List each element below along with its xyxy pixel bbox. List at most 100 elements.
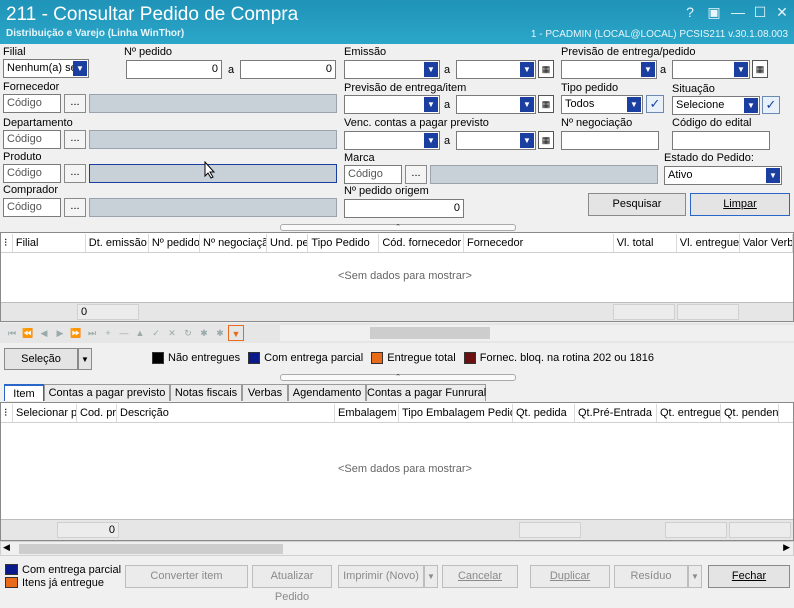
nav-icon[interactable]: + (100, 325, 116, 341)
nav-icon[interactable]: ✱ (196, 325, 212, 341)
emissao-to-date[interactable]: ▼ (456, 60, 536, 79)
column-header[interactable]: Selecionar p (13, 403, 77, 422)
maximize-icon[interactable]: ☐ (750, 2, 770, 22)
calendar-icon[interactable]: ▦ (538, 131, 554, 149)
prev-entrega-pedido-from-date[interactable]: ▼ (561, 60, 657, 79)
column-header[interactable]: Nº pedido (149, 233, 201, 252)
prev-entrega-item-to-date[interactable]: ▼ (456, 95, 536, 114)
chevron-down-icon[interactable]: ▼ (627, 97, 641, 112)
chevron-down-icon[interactable]: ▼ (734, 62, 748, 77)
fechar-button[interactable]: Fechar (708, 565, 790, 588)
chevron-down-icon[interactable]: ▼ (766, 168, 780, 183)
nro-negociacao-input[interactable] (561, 131, 659, 150)
items-hscrollbar[interactable]: ◀ ▶ (0, 541, 794, 556)
tab[interactable]: Contas a pagar Funrural (366, 384, 486, 401)
tab[interactable]: Agendamento (288, 384, 366, 401)
check-icon[interactable]: ✓ (646, 95, 664, 113)
splitter-grip[interactable]: ⌃ (280, 374, 516, 381)
scroll-thumb[interactable] (370, 327, 490, 339)
nro-pedido-from-input[interactable]: 0 (126, 60, 222, 79)
close-icon[interactable]: ✕ (772, 2, 792, 22)
column-header[interactable]: Vl. total (614, 233, 677, 252)
help-icon[interactable]: ? (680, 2, 700, 22)
column-header[interactable]: Cód. fornecedor (379, 233, 465, 252)
nav-icon[interactable]: ⏪ (20, 325, 36, 341)
scroll-right-icon[interactable]: ▶ (783, 542, 790, 553)
nro-pedido-origem-input[interactable]: 0 (344, 199, 464, 218)
tipo-pedido-select[interactable]: Todos ▼ (561, 95, 643, 114)
nav-icon[interactable]: ◀ (36, 325, 52, 341)
chevron-down-icon[interactable]: ▼ (73, 61, 87, 76)
chevron-down-icon[interactable]: ▼ (520, 62, 534, 77)
departamento-lookup-button[interactable]: ... (64, 130, 86, 149)
atualizar-pedido-button[interactable]: Atualizar Pedido (252, 565, 332, 603)
fornecedor-lookup-button[interactable]: ... (64, 94, 86, 113)
nav-icon[interactable]: ↻ (180, 325, 196, 341)
chevron-down-icon[interactable]: ▼ (641, 62, 655, 77)
scroll-thumb[interactable] (19, 544, 283, 554)
column-header[interactable]: Vl. entregue (677, 233, 740, 252)
column-header[interactable]: Qt. pedida (513, 403, 575, 422)
selecao-button[interactable]: Seleção (4, 348, 78, 370)
column-header[interactable]: Dt. emissão (86, 233, 149, 252)
column-header[interactable]: Fornecedor (464, 233, 614, 252)
residuo-dropdown-icon[interactable]: ▼ (688, 565, 702, 588)
minimize-icon[interactable]: — (728, 2, 748, 22)
nav-icon[interactable]: ▲ (132, 325, 148, 341)
tab[interactable]: Notas fiscais (170, 384, 242, 401)
nav-icon[interactable]: ✱ (212, 325, 228, 341)
column-header[interactable]: Embalagem (335, 403, 399, 422)
comprador-lookup-button[interactable]: ... (64, 198, 86, 217)
cancelar-button[interactable]: Cancelar (442, 565, 518, 588)
orders-hscrollbar[interactable] (280, 325, 794, 341)
nav-icon[interactable]: ✕ (164, 325, 180, 341)
tab[interactable]: Item (4, 384, 44, 401)
prev-entrega-item-from-date[interactable]: ▼ (344, 95, 440, 114)
codigo-edital-input[interactable] (672, 131, 770, 150)
produto-lookup-button[interactable]: ... (64, 164, 86, 183)
nav-icon[interactable]: ⏩ (68, 325, 84, 341)
chevron-down-icon[interactable]: ▼ (744, 98, 758, 113)
calendar-icon[interactable]: ▦ (538, 95, 554, 113)
column-header[interactable]: Descrição (117, 403, 335, 422)
check-icon[interactable]: ✓ (762, 96, 780, 114)
chevron-down-icon[interactable]: ▼ (520, 97, 534, 112)
converter-item-button[interactable]: Converter item (125, 565, 248, 588)
emissao-from-date[interactable]: ▼ (344, 60, 440, 79)
column-header[interactable]: Valor Verba (740, 233, 793, 252)
column-chooser-icon[interactable]: ⁝ (1, 233, 13, 252)
nav-icon[interactable]: ⏭ (84, 325, 100, 341)
column-header[interactable]: Qt. entregue (657, 403, 721, 422)
situacao-select[interactable]: Selecione ▼ (672, 96, 760, 115)
tab[interactable]: Verbas (242, 384, 288, 401)
splitter-grip[interactable]: ⌃ (280, 224, 516, 231)
duplicar-button[interactable]: Duplicar (530, 565, 610, 588)
column-header[interactable]: Qt.Pré-Entrada (575, 403, 657, 422)
venc-to-date[interactable]: ▼ (456, 131, 536, 150)
calendar-icon[interactable]: ▦ (752, 60, 768, 78)
nav-icon[interactable]: ✓ (148, 325, 164, 341)
calendar-icon[interactable]: ▦ (538, 60, 554, 78)
column-header[interactable]: Cod. pr (77, 403, 117, 422)
column-header[interactable]: Qt. pendent (721, 403, 779, 422)
column-header[interactable]: Und. pe (267, 233, 309, 252)
selecao-dropdown-icon[interactable]: ▼ (78, 348, 92, 370)
nav-icon[interactable]: ▶ (52, 325, 68, 341)
chevron-down-icon[interactable]: ▼ (424, 97, 438, 112)
filial-select[interactable]: Nenhum(a) se ▼ (3, 59, 89, 78)
nro-pedido-to-input[interactable]: 0 (240, 60, 336, 79)
prev-entrega-pedido-to-date[interactable]: ▼ (672, 60, 750, 79)
imprimir-dropdown-icon[interactable]: ▼ (424, 565, 438, 588)
nav-icon[interactable]: ▼ (228, 325, 244, 341)
column-header[interactable]: Nº negociaçã (200, 233, 268, 252)
column-header[interactable]: Tipo Pedido (308, 233, 380, 252)
marca-code-input[interactable]: Código (344, 165, 402, 184)
estado-select[interactable]: Ativo ▼ (664, 166, 782, 185)
column-header[interactable]: Tipo Embalagem Pedido (399, 403, 513, 422)
fornecedor-code-input[interactable]: Código (3, 94, 61, 113)
limpar-button[interactable]: Limpar (690, 193, 790, 216)
chevron-down-icon[interactable]: ▼ (424, 62, 438, 77)
imprimir-button[interactable]: Imprimir (Novo) (338, 565, 424, 588)
restore-icon[interactable]: ▣ (704, 2, 724, 22)
chevron-down-icon[interactable]: ▼ (424, 133, 438, 148)
